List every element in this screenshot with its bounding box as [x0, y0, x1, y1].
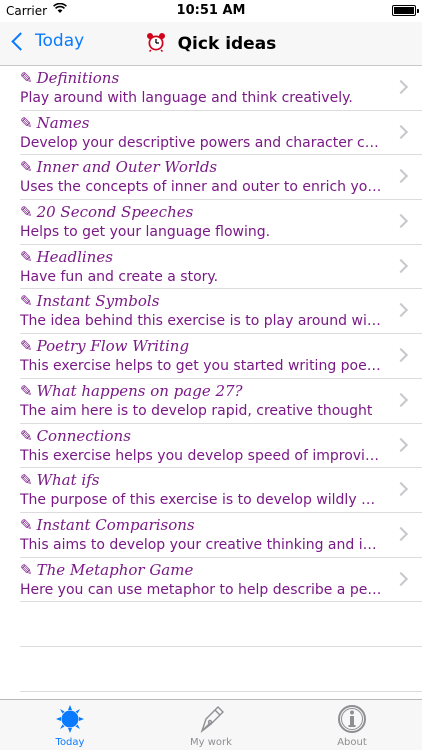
- item-title: ✎ 20 Second Speeches: [20, 203, 194, 222]
- item-title: ✎ Instant Symbols: [20, 292, 160, 311]
- item-description: The aim here is to develop rapid, creati…: [20, 402, 373, 419]
- tab-label: Today: [55, 737, 85, 748]
- list-item[interactable]: ✎ Instant Symbols The idea behind this ex…: [20, 289, 422, 335]
- list-item[interactable]: ✎ What happens on page 27? The aim here i…: [20, 379, 422, 424]
- item-description: This aims to develop your creative think…: [20, 536, 382, 553]
- ideas-list: ✎ Definitions Play around with language a…: [0, 66, 422, 692]
- item-description: The idea behind this exercise is to play…: [20, 313, 382, 330]
- pencil-icon: ✎: [20, 292, 33, 311]
- item-title: ✎ Definitions: [20, 69, 120, 87]
- chevron-right-icon: [393, 571, 409, 586]
- tab-about[interactable]: About: [282, 700, 422, 750]
- tab-bar: Today My work About: [0, 699, 422, 750]
- pencil-icon: ✎: [20, 471, 33, 490]
- chevron-right-icon: [393, 526, 409, 541]
- clock-time: 10:51 AM: [176, 3, 246, 18]
- chevron-right-icon: [393, 213, 409, 229]
- pencil-icon: ✎: [20, 203, 33, 222]
- pencil-icon: ✎: [20, 158, 33, 177]
- item-title: ✎ Poetry Flow Writing: [20, 337, 190, 356]
- chevron-right-icon: [393, 437, 409, 452]
- item-description: Play around with language and think crea…: [20, 90, 353, 106]
- list-item[interactable]: ✎ Names Develop your descriptive powers a…: [20, 111, 422, 156]
- item-description: Have fun and create a story.: [20, 268, 219, 285]
- chevron-right-icon: [393, 124, 409, 139]
- chevron-right-icon: [393, 79, 409, 95]
- page-title: Qick ideas: [0, 32, 422, 57]
- info-icon: [338, 705, 366, 733]
- list-item[interactable]: ✎ Instant Comparisons This aims to develo…: [20, 513, 422, 558]
- pencil-icon: ✎: [20, 69, 33, 87]
- list-item[interactable]: ✎ Inner and Outer Worlds Uses the concept…: [20, 155, 422, 201]
- pencil-icon: ✎: [20, 381, 33, 400]
- item-description: This exercise helps you develop speed of…: [20, 447, 382, 464]
- item-title: ✎ Names: [20, 113, 90, 132]
- page-title-text: Qick ideas: [177, 34, 277, 54]
- pencil-icon: ✎: [20, 515, 33, 534]
- item-title: ✎ What happens on page 27?: [20, 381, 243, 400]
- pencil-icon: ✎: [20, 113, 33, 132]
- item-title: ✎ Connections: [20, 426, 131, 445]
- alarm-clock-icon: [146, 32, 166, 57]
- item-description: Uses the concepts of inner and outer to …: [20, 179, 382, 196]
- list-item[interactable]: ✎ Headlines Have fun and create a story.: [20, 245, 422, 290]
- sun-icon: [56, 705, 84, 733]
- pencil-icon: ✎: [20, 247, 33, 266]
- list-item[interactable]: ✎ 20 Second Speeches Helps to get your la…: [20, 200, 422, 245]
- chevron-right-icon: [393, 482, 409, 497]
- navigation-bar: Today Qick ideas: [0, 22, 422, 66]
- tab-label: My work: [190, 737, 232, 748]
- list-item[interactable]: ✎ Poetry Flow Writing This exercise helps…: [20, 334, 422, 379]
- empty-row: [20, 647, 422, 692]
- item-description: Helps to get your language flowing.: [20, 224, 271, 241]
- item-description: Develop your descriptive powers and char…: [20, 134, 382, 151]
- battery-icon: [392, 5, 419, 16]
- pen-nib-icon: [200, 706, 224, 733]
- list-item[interactable]: ✎ What ifs The purpose of this exercise i…: [20, 468, 422, 513]
- pencil-icon: ✎: [20, 337, 33, 356]
- chevron-right-icon: [393, 303, 409, 318]
- item-title: ✎ Instant Comparisons: [20, 515, 195, 534]
- chevron-right-icon: [393, 258, 409, 273]
- pencil-icon: ✎: [20, 560, 33, 579]
- item-description: This exercise helps to get you started w…: [20, 358, 382, 375]
- item-title: ✎ Headlines: [20, 247, 113, 266]
- chevron-right-icon: [393, 392, 409, 407]
- tab-label: About: [337, 737, 367, 748]
- list-item[interactable]: ✎ The Metaphor Game Here you can use meta…: [20, 558, 422, 603]
- item-description: Here you can use metaphor to help descri…: [20, 581, 382, 598]
- tab-today[interactable]: Today: [0, 700, 140, 750]
- chevron-right-icon: [393, 169, 409, 184]
- item-description: The purpose of this exercise is to devel…: [20, 492, 382, 509]
- item-title: ✎ Inner and Outer Worlds: [20, 158, 218, 177]
- tab-my-work[interactable]: My work: [141, 700, 281, 750]
- pencil-icon: ✎: [20, 426, 33, 445]
- chevron-right-icon: [393, 348, 409, 363]
- empty-row: [20, 602, 422, 647]
- status-bar: Carrier 10:51 AM: [0, 0, 422, 22]
- list-item[interactable]: ✎ Connections This exercise helps you dev…: [20, 424, 422, 469]
- item-title: ✎ The Metaphor Game: [20, 560, 194, 579]
- item-title: ✎ What ifs: [20, 471, 100, 490]
- list-item[interactable]: ✎ Definitions Play around with language a…: [20, 66, 422, 111]
